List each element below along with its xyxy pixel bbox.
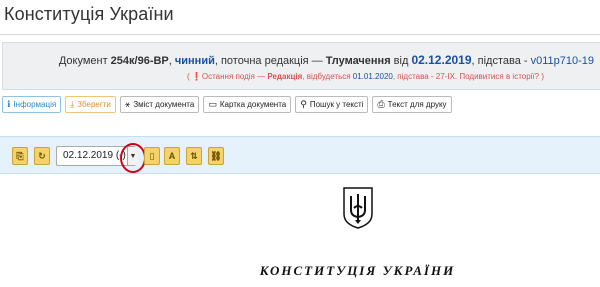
link-icon[interactable]: ⛓ — [208, 147, 224, 165]
page-title: Конституція України — [4, 4, 174, 24]
document-status-line: Документ 254к/96-ВР, чинний, поточна ред… — [59, 53, 594, 67]
font-size-icon[interactable]: A — [164, 147, 180, 165]
last-event-link[interactable]: Остання подія — — [202, 72, 267, 81]
sitemap-icon: ⚹ — [124, 99, 131, 109]
event-type: Редакція — [267, 72, 303, 81]
info-button[interactable]: ℹ Інформація — [2, 96, 62, 113]
history-link[interactable]: Подивитися в історії? — [457, 72, 539, 81]
title-divider — [0, 34, 600, 35]
next-edition-icon[interactable]: ▯ — [144, 147, 160, 165]
save-button-label: Зберегти — [77, 100, 111, 109]
event-happened: , відбудеться — [302, 72, 353, 81]
from-word: від — [390, 55, 412, 67]
doc-number: 254к/96-ВР — [110, 55, 169, 67]
contents-button-label: Зміст документа — [133, 100, 195, 109]
coat-of-arms-icon — [343, 187, 373, 229]
event-close: ) — [539, 72, 545, 81]
download-icon: ⤓ — [70, 99, 75, 109]
printer-icon: ⎙ — [377, 99, 385, 109]
folder-icon: ▭ — [208, 99, 217, 109]
document-card-label: Картка документа — [219, 100, 287, 109]
first-edition-icon[interactable]: ⎘ — [12, 147, 28, 165]
document-toolbar: ℹ Інформація ⤓ Зберегти ⚹ Зміст документ… — [2, 96, 452, 114]
highlight-circle — [120, 143, 146, 173]
save-button[interactable]: ⤓ Зберегти — [65, 96, 116, 113]
document-card-button[interactable]: ▭ Картка документа — [203, 96, 292, 113]
alert-icon: ❗ — [191, 72, 202, 81]
event-date: 01.01.2020 — [352, 72, 393, 81]
basis-link[interactable]: v011p710-19 — [531, 55, 594, 67]
contents-button[interactable]: ⚹ Зміст документа — [119, 96, 200, 113]
doc-prefix: Документ — [58, 55, 111, 67]
print-button-label: Текст для друку — [387, 100, 447, 109]
doc-status[interactable]: чинний — [175, 55, 215, 67]
basis-label: , підстава - — [471, 55, 531, 67]
print-button[interactable]: ⎙ Текст для друку — [372, 96, 452, 113]
refresh-edition-icon[interactable]: ↻ — [34, 147, 50, 165]
edition-date: 02.12.2019 — [411, 53, 472, 67]
last-event-line: ( ❗Остання подія — Редакція, відбудеться… — [187, 72, 544, 81]
search-in-text-button[interactable]: ⚲ Пошук у тексті — [295, 96, 369, 113]
event-basis[interactable]: , підстава - 27-IX. — [393, 72, 457, 81]
current-edition-label: , поточна редакція — — [214, 55, 326, 67]
compare-icon[interactable]: ⇅ — [186, 147, 202, 165]
edition-type: Тлумачення — [325, 55, 391, 67]
document-info-panel: Документ 254к/96-ВР, чинний, поточна ред… — [2, 42, 600, 90]
info-button-label: Інформація — [13, 100, 57, 109]
document-heading: КОНСТИТУЦІЯ УКРАЇНИ — [259, 263, 456, 278]
search-button-label: Пошук у тексті — [309, 100, 364, 109]
info-icon: ℹ — [7, 99, 11, 109]
search-icon: ⚲ — [300, 99, 307, 109]
